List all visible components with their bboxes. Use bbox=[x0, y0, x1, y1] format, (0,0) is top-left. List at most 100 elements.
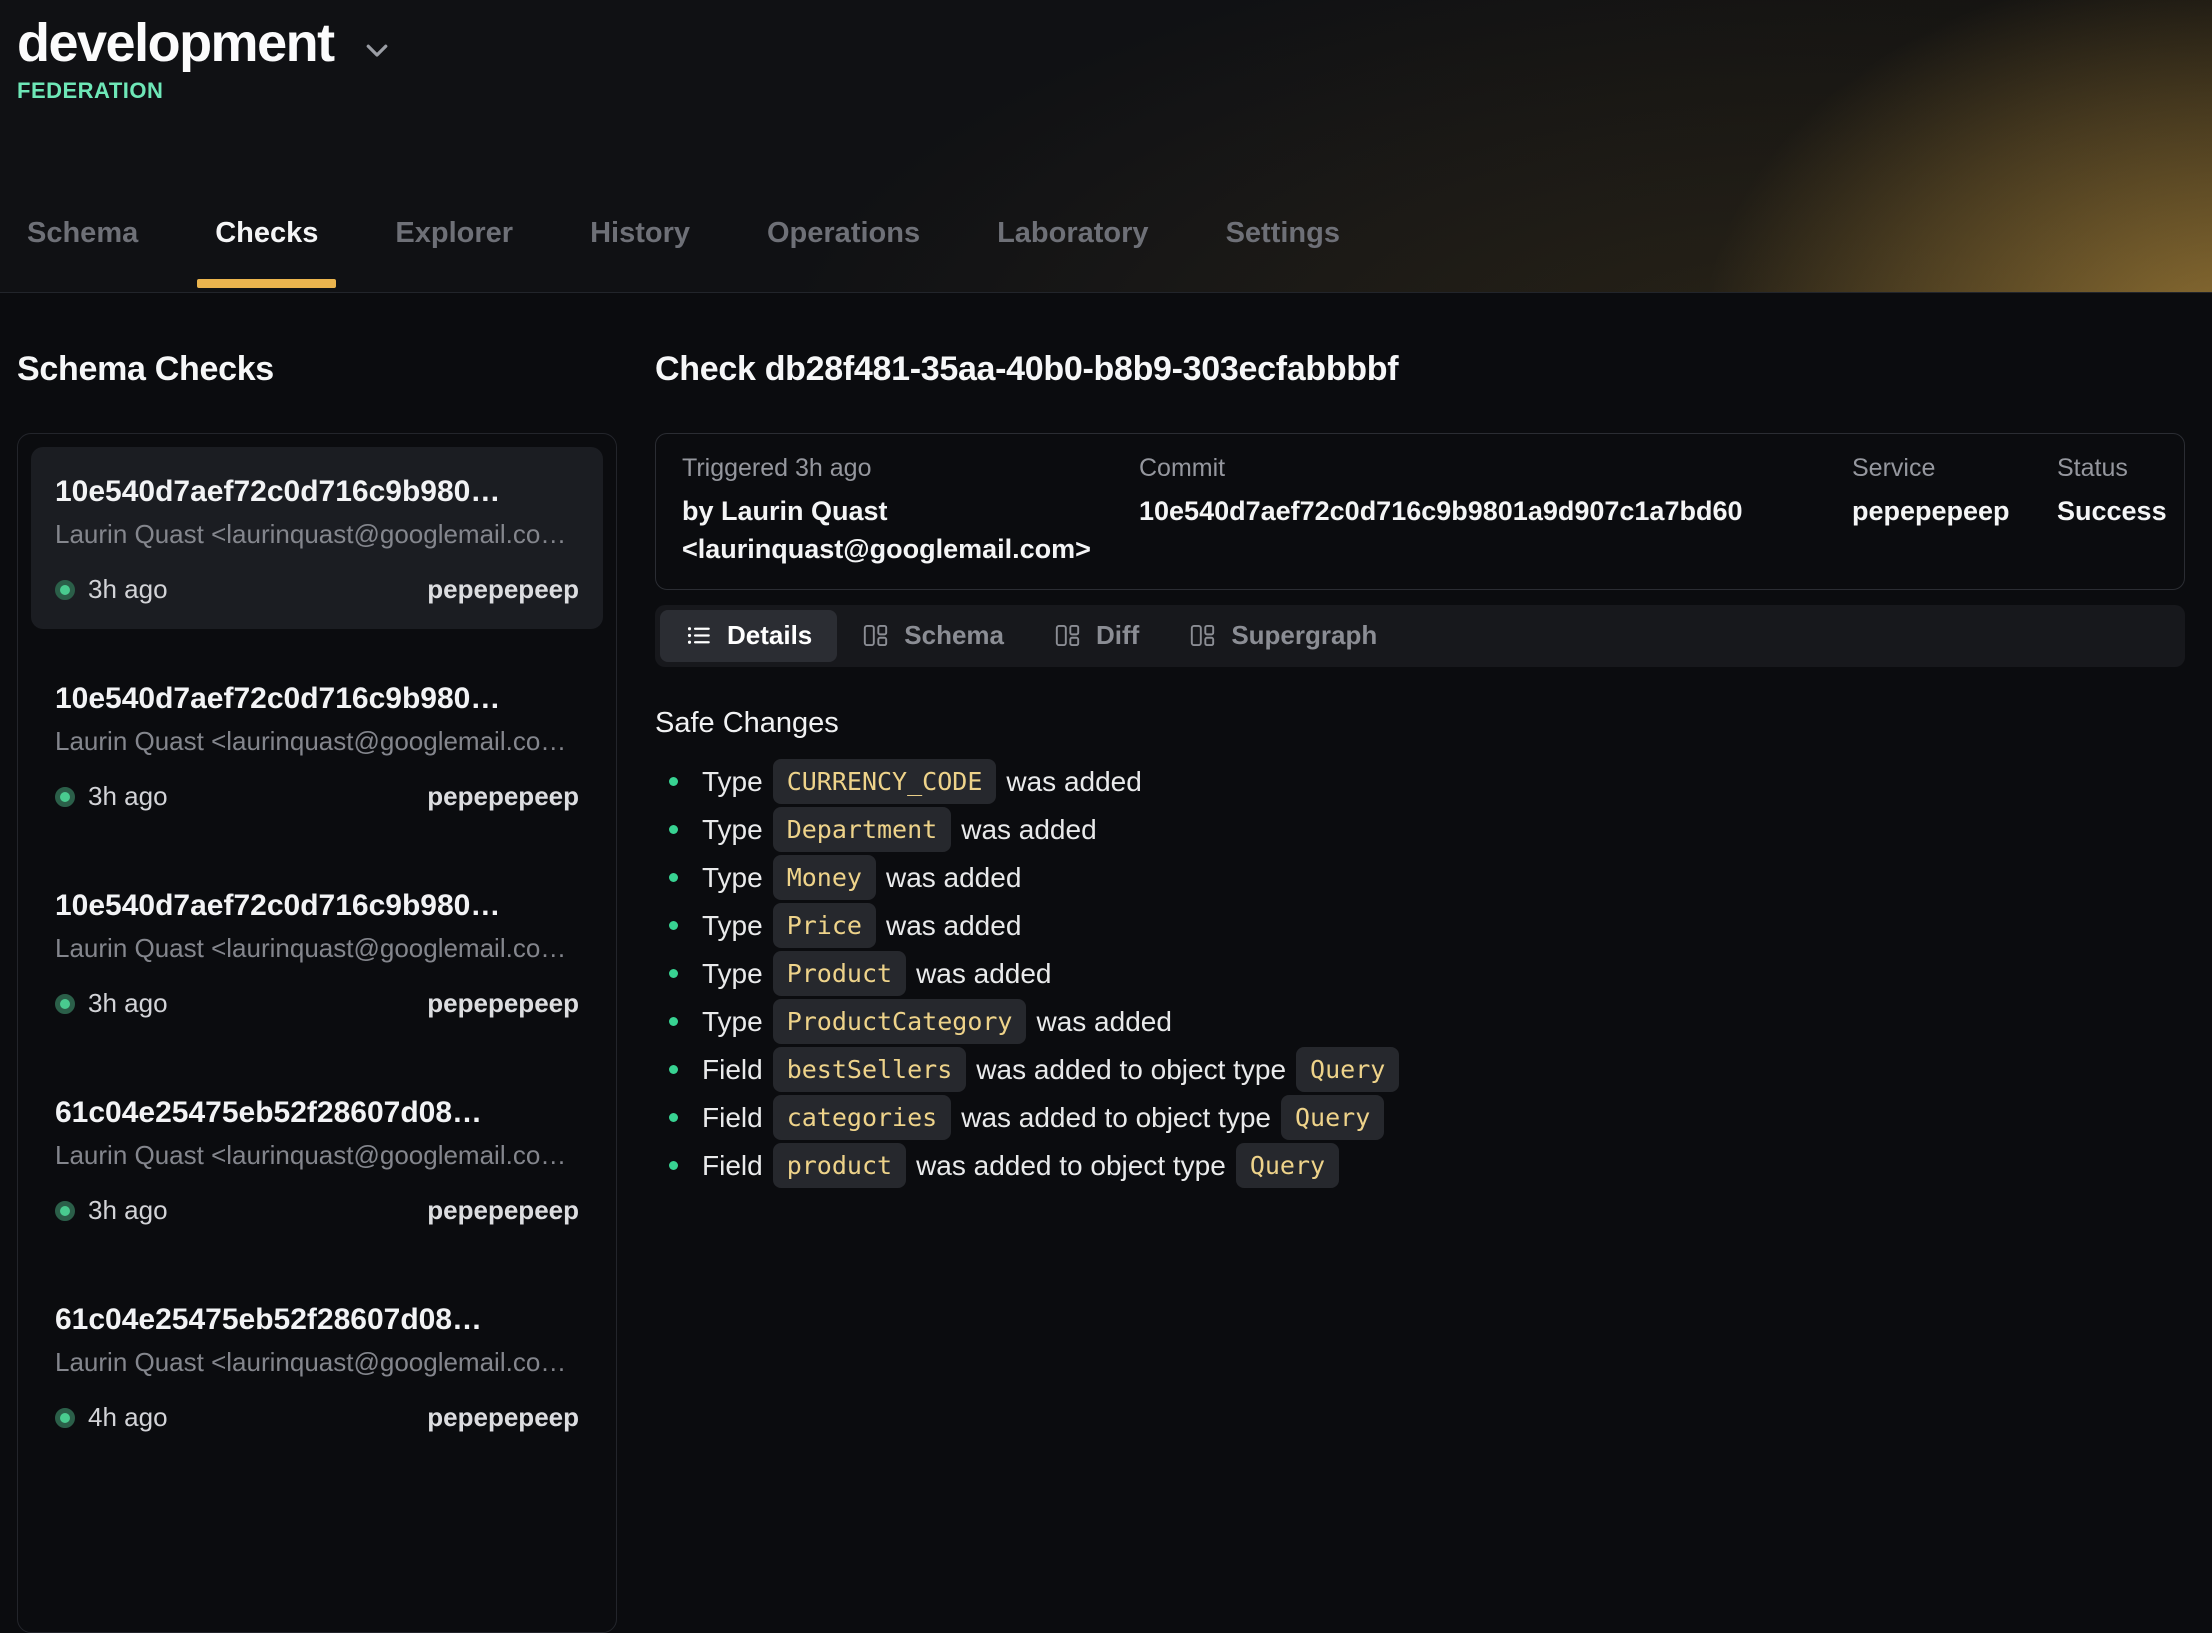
meta-col-commit: Commit 10e540d7aef72c0d716c9b9801a9d907c… bbox=[1139, 454, 1852, 569]
change-code: categories bbox=[773, 1095, 952, 1140]
change-kind: Type bbox=[702, 814, 763, 846]
view-tab-details[interactable]: Details bbox=[660, 610, 837, 662]
change-code: Product bbox=[773, 951, 906, 996]
schema-check-item[interactable]: 61c04e25475eb52f28607d08… Laurin Quast <… bbox=[31, 1068, 603, 1250]
meta-col-service: Service pepepepeep bbox=[1852, 454, 2057, 569]
check-time: 3h ago bbox=[88, 988, 168, 1019]
check-author: Laurin Quast <laurinquast@googlemail.co… bbox=[55, 1140, 579, 1171]
check-commit: 10e540d7aef72c0d716c9b980… bbox=[55, 889, 579, 923]
change-kind: Field bbox=[702, 1054, 763, 1086]
change-code2: Query bbox=[1281, 1095, 1384, 1140]
change-code: product bbox=[773, 1143, 906, 1188]
triggered-value: by Laurin Quast <laurinquast@googlemail.… bbox=[682, 493, 1139, 569]
check-author: Laurin Quast <laurinquast@googlemail.co… bbox=[55, 726, 579, 757]
bullet-icon bbox=[669, 969, 678, 978]
commit-value: 10e540d7aef72c0d716c9b9801a9d907c1a7bd60 bbox=[1139, 493, 1852, 531]
change-kind: Type bbox=[702, 1006, 763, 1038]
tab-explorer[interactable]: Explorer bbox=[385, 217, 523, 292]
schema-checks-title: Schema Checks bbox=[17, 350, 617, 389]
check-detail-title: Check db28f481-35aa-40b0-b8b9-303ecfabbb… bbox=[655, 350, 2185, 389]
tab-laboratory[interactable]: Laboratory bbox=[987, 217, 1158, 292]
change-code: CURRENCY_CODE bbox=[773, 759, 997, 804]
schema-check-item[interactable]: 10e540d7aef72c0d716c9b980… Laurin Quast … bbox=[31, 654, 603, 836]
change-text: was added to object type bbox=[961, 1102, 1271, 1134]
change-item: Type CURRENCY_CODE was added bbox=[655, 758, 2185, 806]
changes-list: Type CURRENCY_CODE was added Type Depart… bbox=[655, 758, 2185, 1190]
project-title-row: development bbox=[0, 0, 2212, 74]
tab-operations[interactable]: Operations bbox=[757, 217, 930, 292]
schema-check-item[interactable]: 10e540d7aef72c0d716c9b980… Laurin Quast … bbox=[31, 447, 603, 629]
check-time: 4h ago bbox=[88, 1402, 168, 1433]
main-nav: Schema Checks Explorer History Operations Lab… bbox=[0, 217, 2212, 292]
bullet-icon bbox=[669, 777, 678, 786]
check-time: 3h ago bbox=[88, 1195, 168, 1226]
triggered-label: Triggered 3h ago bbox=[682, 454, 1139, 483]
view-tab-schema[interactable]: Schema bbox=[837, 610, 1029, 662]
schema-checks-list: 10e540d7aef72c0d716c9b980… Laurin Quast … bbox=[17, 433, 617, 1633]
tab-settings[interactable]: Settings bbox=[1216, 217, 1350, 292]
tab-history[interactable]: History bbox=[580, 217, 700, 292]
check-author: Laurin Quast <laurinquast@googlemail.co… bbox=[55, 519, 579, 550]
check-commit: 61c04e25475eb52f28607d08… bbox=[55, 1096, 579, 1130]
change-item: Field categories was added to object typ… bbox=[655, 1094, 2185, 1142]
change-item: Type Money was added bbox=[655, 854, 2185, 902]
check-author: Laurin Quast <laurinquast@googlemail.co… bbox=[55, 1347, 579, 1378]
status-dot-icon bbox=[55, 994, 75, 1014]
main-content: Schema Checks 10e540d7aef72c0d716c9b980…… bbox=[0, 293, 2212, 1474]
change-item: Field product was added to object type Q… bbox=[655, 1142, 2185, 1190]
change-code2: Query bbox=[1296, 1047, 1399, 1092]
schema-check-item[interactable]: 61c04e25475eb52f28607d08… Laurin Quast <… bbox=[31, 1275, 603, 1457]
schema-checks-panel: Schema Checks 10e540d7aef72c0d716c9b980…… bbox=[17, 350, 617, 1474]
change-code: ProductCategory bbox=[773, 999, 1027, 1044]
bullet-icon bbox=[669, 1113, 678, 1122]
status-dot-icon bbox=[55, 1408, 75, 1428]
columns-icon bbox=[862, 622, 889, 649]
check-service: pepepepeep bbox=[427, 1402, 579, 1433]
view-tab-supergraph[interactable]: Supergraph bbox=[1164, 610, 1402, 662]
columns-icon bbox=[1054, 622, 1081, 649]
change-kind: Type bbox=[702, 958, 763, 990]
project-type-badge: FEDERATION bbox=[0, 78, 2212, 104]
chevron-down-icon[interactable] bbox=[362, 35, 392, 65]
tab-checks[interactable]: Checks bbox=[205, 217, 328, 292]
change-kind: Type bbox=[702, 766, 763, 798]
change-code: Money bbox=[773, 855, 876, 900]
change-text: was added bbox=[961, 814, 1096, 846]
tab-schema[interactable]: Schema bbox=[17, 217, 148, 292]
check-meta-row: 3h ago pepepepeep bbox=[55, 988, 579, 1019]
change-kind: Type bbox=[702, 862, 763, 894]
safe-changes-title: Safe Changes bbox=[655, 707, 2185, 740]
columns-icon bbox=[1189, 622, 1216, 649]
change-item: Field bestSellers was added to object ty… bbox=[655, 1046, 2185, 1094]
change-code: Price bbox=[773, 903, 876, 948]
check-meta-row: 3h ago pepepepeep bbox=[55, 574, 579, 605]
check-meta-row: 4h ago pepepepeep bbox=[55, 1402, 579, 1433]
check-service: pepepepeep bbox=[427, 988, 579, 1019]
check-time: 3h ago bbox=[88, 781, 168, 812]
project-title[interactable]: development bbox=[17, 12, 334, 74]
status-value: Success bbox=[2057, 493, 2167, 531]
meta-col-status: Status Success bbox=[2057, 454, 2167, 569]
check-commit: 10e540d7aef72c0d716c9b980… bbox=[55, 682, 579, 716]
check-meta-row: 3h ago pepepepeep bbox=[55, 781, 579, 812]
check-commit: 10e540d7aef72c0d716c9b980… bbox=[55, 475, 579, 509]
change-text: was added to object type bbox=[916, 1150, 1226, 1182]
status-dot-icon bbox=[55, 580, 75, 600]
change-text: was added bbox=[886, 910, 1021, 942]
list-icon bbox=[685, 622, 712, 649]
check-commit: 61c04e25475eb52f28607d08… bbox=[55, 1303, 579, 1337]
schema-check-item[interactable]: 10e540d7aef72c0d716c9b980… Laurin Quast … bbox=[31, 861, 603, 1043]
change-code: bestSellers bbox=[773, 1047, 967, 1092]
bullet-icon bbox=[669, 1161, 678, 1170]
change-item: Type ProductCategory was added bbox=[655, 998, 2185, 1046]
check-author: Laurin Quast <laurinquast@googlemail.co… bbox=[55, 933, 579, 964]
change-text: was added bbox=[1036, 1006, 1171, 1038]
bullet-icon bbox=[669, 873, 678, 882]
view-tabs: Details Schema Diff Supergraph bbox=[655, 605, 2185, 667]
project-header: development FEDERATION Schema Checks Explo… bbox=[0, 0, 2212, 293]
bullet-icon bbox=[669, 825, 678, 834]
status-dot-icon bbox=[55, 787, 75, 807]
change-item: Type Product was added bbox=[655, 950, 2185, 998]
view-tab-diff[interactable]: Diff bbox=[1029, 610, 1164, 662]
change-code2: Query bbox=[1236, 1143, 1339, 1188]
